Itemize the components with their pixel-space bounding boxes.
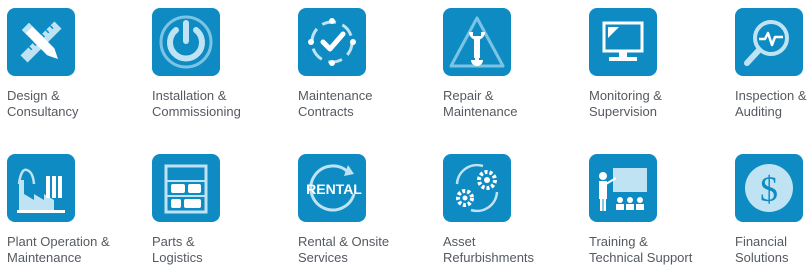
service-label: Design & Consultancy: [7, 88, 79, 119]
service-monitoring-supervision[interactable]: Monitoring & Supervision: [589, 8, 719, 120]
service-plant-operation[interactable]: Plant Operation & Maintenance: [7, 154, 137, 266]
service-label: Asset Refurbishments: [443, 234, 535, 265]
service-label: Training & Technical Support: [589, 234, 693, 265]
monitor-icon: [589, 8, 657, 76]
service-training-support[interactable]: Training & Technical Support: [589, 154, 719, 266]
service-inspection-auditing[interactable]: Inspection & Auditing: [735, 8, 812, 120]
power-icon: [152, 8, 220, 76]
service-asset-refurbishments[interactable]: Asset Refurbishments: [443, 154, 573, 266]
service-label: Maintenance Contracts: [298, 88, 373, 119]
service-repair-maintenance[interactable]: Repair & Maintenance: [443, 8, 573, 120]
service-installation-commissioning[interactable]: Installation & Commissioning: [152, 8, 282, 120]
service-rental-onsite[interactable]: RENTAL Rental & Onsite Services: [298, 154, 428, 266]
training-board-icon: [589, 154, 657, 222]
service-label: Inspection & Auditing: [735, 88, 807, 119]
magnifier-pulse-icon: [735, 8, 803, 76]
gears-cycle-icon: [443, 154, 511, 222]
check-cycle-icon: [298, 8, 366, 76]
service-maintenance-contracts[interactable]: Maintenance Contracts: [298, 8, 428, 120]
service-label: Monitoring & Supervision: [589, 88, 662, 119]
shelves-icon: [152, 154, 220, 222]
service-label: Rental & Onsite Services: [298, 234, 390, 265]
service-financial-solutions[interactable]: $ Financial Solutions: [735, 154, 812, 266]
service-label: Financial Solutions: [735, 234, 789, 265]
service-label: Plant Operation & Maintenance: [7, 234, 110, 265]
svg-text:RENTAL: RENTAL: [306, 181, 362, 197]
dollar-icon: $: [735, 154, 803, 222]
svg-text:$: $: [760, 169, 778, 209]
service-parts-logistics[interactable]: Parts & Logistics: [152, 154, 282, 266]
service-label: Parts & Logistics: [152, 234, 203, 265]
service-label: Repair & Maintenance: [443, 88, 518, 119]
warning-wrench-icon: [443, 8, 511, 76]
factory-icon: [7, 154, 75, 222]
rental-icon: RENTAL: [298, 154, 366, 222]
ruler-pencil-icon: [7, 8, 75, 76]
service-design-consultancy[interactable]: Design & Consultancy: [7, 8, 137, 120]
service-label: Installation & Commissioning: [152, 88, 241, 119]
